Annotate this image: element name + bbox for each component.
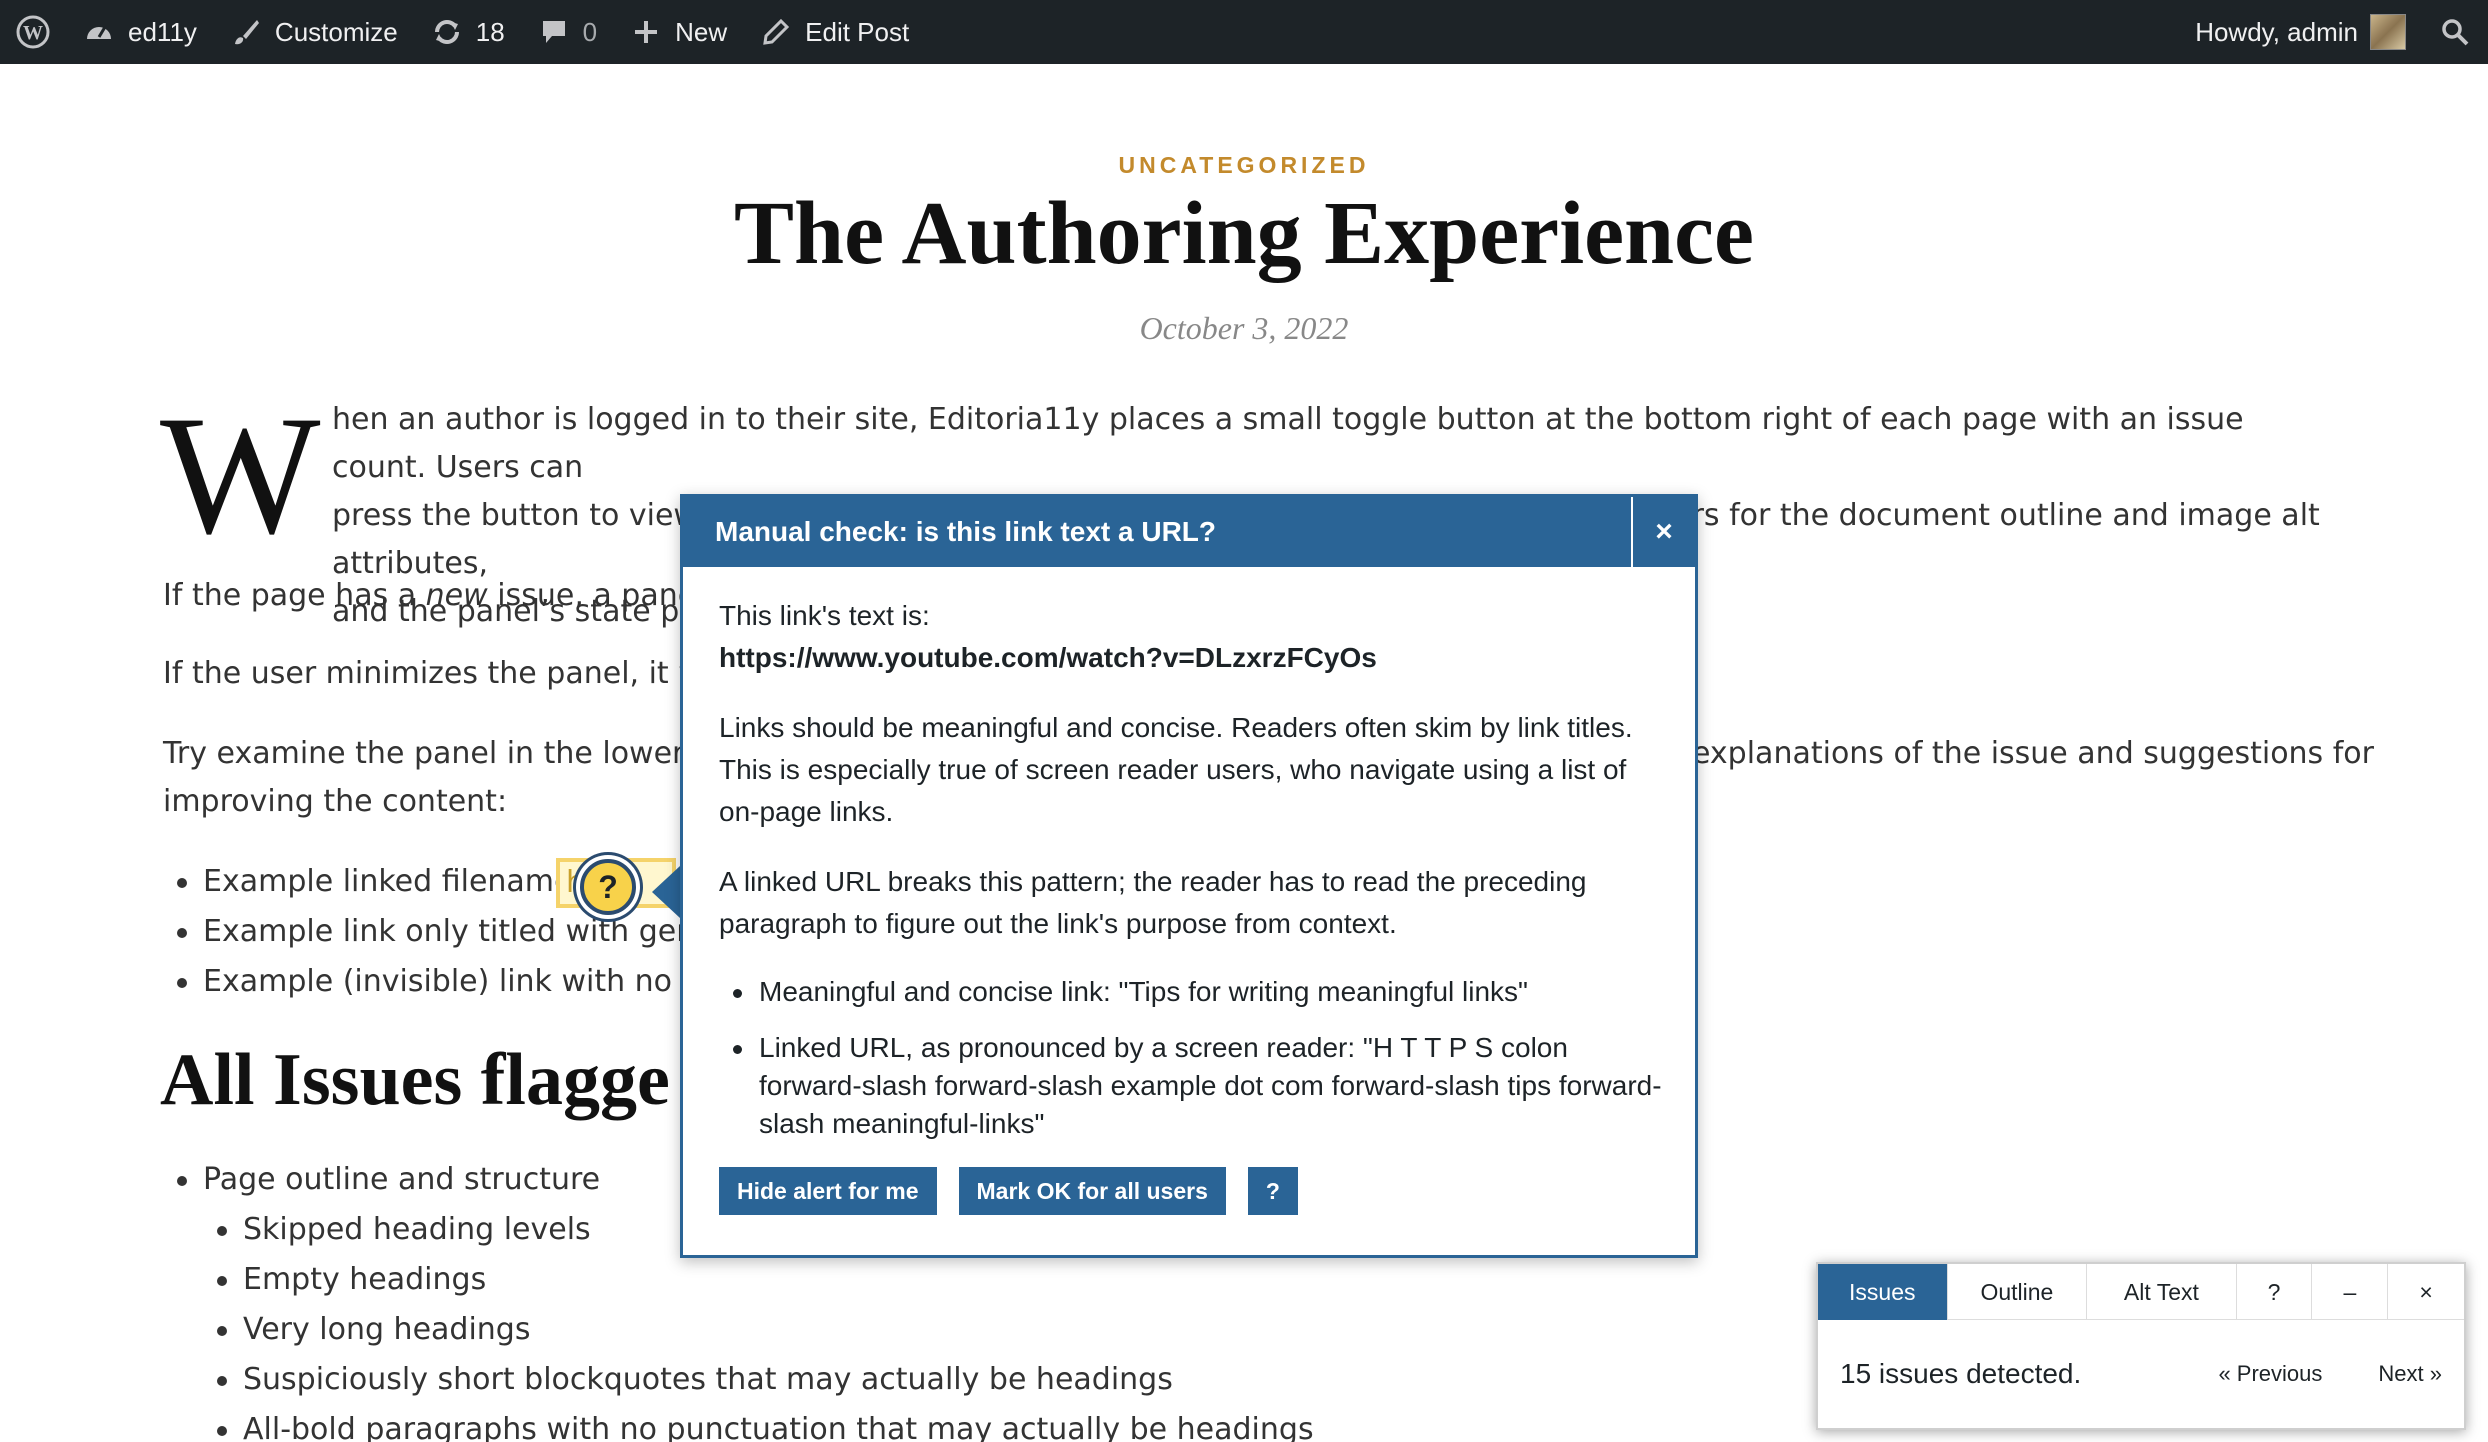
list-item: Empty headings <box>203 1256 1314 1306</box>
svg-text:W: W <box>23 22 43 44</box>
tooltip-intro: This link's text is: https://www.youtube.… <box>719 595 1663 679</box>
tab-issues[interactable]: Issues <box>1818 1264 1948 1320</box>
drop-cap: W <box>160 381 321 569</box>
help-button[interactable]: ? <box>1247 1167 1298 1215</box>
new-issue-paragraph: If the page has a new issue, a panel au <box>163 572 751 620</box>
customize-label: Customize <box>274 16 398 47</box>
minimize-paragraph: If the user minimizes the panel, it will <box>163 656 728 691</box>
close-panel-button[interactable]: × <box>2388 1264 2464 1320</box>
panel-body: 15 issues detected. « Previous Next » <box>1818 1320 2464 1428</box>
comment-icon <box>537 15 571 49</box>
greeting: Howdy, admin <box>2195 16 2358 47</box>
edit-post-label: Edit Post <box>805 16 910 47</box>
previous-button[interactable]: « Previous <box>2218 1361 2322 1387</box>
next-button[interactable]: Next » <box>2378 1361 2442 1387</box>
list-item: Page outline and structure <box>163 1156 600 1206</box>
emphasis: new <box>425 578 488 613</box>
account-menu[interactable]: Howdy, admin <box>2179 0 2422 64</box>
admin-bar: W ed11y Customize 18 0 New Edit Post How… <box>0 0 2488 64</box>
help-button[interactable]: ? <box>2237 1264 2313 1320</box>
avatar <box>2370 14 2406 50</box>
post-category[interactable]: UNCATEGORIZED <box>0 152 2488 179</box>
close-button[interactable]: × <box>1631 497 1695 567</box>
site-name-menu[interactable]: ed11y <box>66 0 213 64</box>
new-content-menu[interactable]: New <box>613 0 743 64</box>
updates-link[interactable]: 18 <box>414 0 521 64</box>
list-item: All-bold paragraphs with no punctuation … <box>203 1406 1314 1442</box>
issue-marker-button[interactable]: ? <box>580 859 636 915</box>
wordpress-logo-icon: W <box>16 15 50 49</box>
site-name: ed11y <box>128 16 197 47</box>
minimize-button[interactable]: – <box>2312 1264 2389 1320</box>
brush-icon <box>229 15 263 49</box>
list-item: Example (invisible) link with no acc <box>163 958 733 1008</box>
comments-link[interactable]: 0 <box>521 0 613 64</box>
updates-icon <box>430 15 464 49</box>
section-heading: All Issues flagge <box>160 1039 670 1121</box>
list-item: Meaningful and concise link: "Tips for w… <box>719 973 1663 1011</box>
issues-list: Page outline and structure <box>163 1156 600 1206</box>
manual-check-tooltip: Manual check: is this link text a URL? ×… <box>680 494 1698 1258</box>
list-item: Suspiciously short blockquotes that may … <box>203 1356 1314 1406</box>
tooltip-actions: Hide alert for me Mark OK for all users … <box>719 1167 1663 1215</box>
tab-outline[interactable]: Outline <box>1948 1264 2088 1320</box>
new-label: New <box>675 16 728 47</box>
comments-count: 0 <box>582 16 598 47</box>
hide-alert-button[interactable]: Hide alert for me <box>719 1167 937 1215</box>
examine-paragraph-line2: improving the content: <box>163 784 508 819</box>
tooltip-body: This link's text is: https://www.youtube.… <box>683 567 1695 1215</box>
list-item: Very long headings <box>203 1306 1314 1356</box>
list-item: Linked URL, as pronounced by a screen re… <box>719 1029 1663 1143</box>
intro-text: This link's text is: <box>719 600 930 631</box>
editoria11y-panel: Issues Outline Alt Text ? – × 15 issues … <box>1816 1262 2466 1430</box>
tooltip-paragraph: A linked URL breaks this pattern; the re… <box>719 866 1587 939</box>
edit-post-link[interactable]: Edit Post <box>743 0 925 64</box>
examine-paragraph: Try examine the panel in the lower ri <box>163 736 715 771</box>
search-button[interactable] <box>2422 0 2488 64</box>
pencil-icon <box>759 15 793 49</box>
tooltip-header: Manual check: is this link text a URL? × <box>683 497 1695 567</box>
tooltip-examples: Meaningful and concise link: "Tips for w… <box>719 973 1663 1143</box>
search-icon <box>2438 15 2472 49</box>
post-date[interactable]: October 3, 2022 <box>0 310 2488 347</box>
tooltip-arrow <box>652 866 680 918</box>
mark-ok-button[interactable]: Mark OK for all users <box>958 1167 1226 1215</box>
list-item: Example link only titled with gener <box>163 908 733 958</box>
question-icon: ? <box>598 868 618 905</box>
close-icon: × <box>1655 515 1673 548</box>
tooltip-paragraph: Links should be meaningful and concise. … <box>719 712 1633 827</box>
customize-link[interactable]: Customize <box>213 0 414 64</box>
intro-line: hen an author is logged in to their site… <box>332 402 2244 485</box>
panel-tabs: Issues Outline Alt Text ? – × <box>1818 1264 2464 1320</box>
dashboard-icon <box>82 15 116 49</box>
text: If the page has a <box>163 578 426 613</box>
plus-icon <box>629 15 663 49</box>
link-url: https://www.youtube.com/watch?v=DLzxrzFC… <box>719 642 1377 673</box>
issue-count: 15 issues detected. <box>1840 1358 2082 1389</box>
tab-alt-text[interactable]: Alt Text <box>2087 1264 2237 1320</box>
post-title: The Authoring Experience <box>733 184 1754 283</box>
wordpress-menu[interactable]: W <box>0 0 66 64</box>
tooltip-title: Manual check: is this link text a URL? <box>715 516 1217 547</box>
updates-count: 18 <box>475 16 505 47</box>
examine-paragraph-right: explanations of the issue and suggestion… <box>1692 736 2374 771</box>
